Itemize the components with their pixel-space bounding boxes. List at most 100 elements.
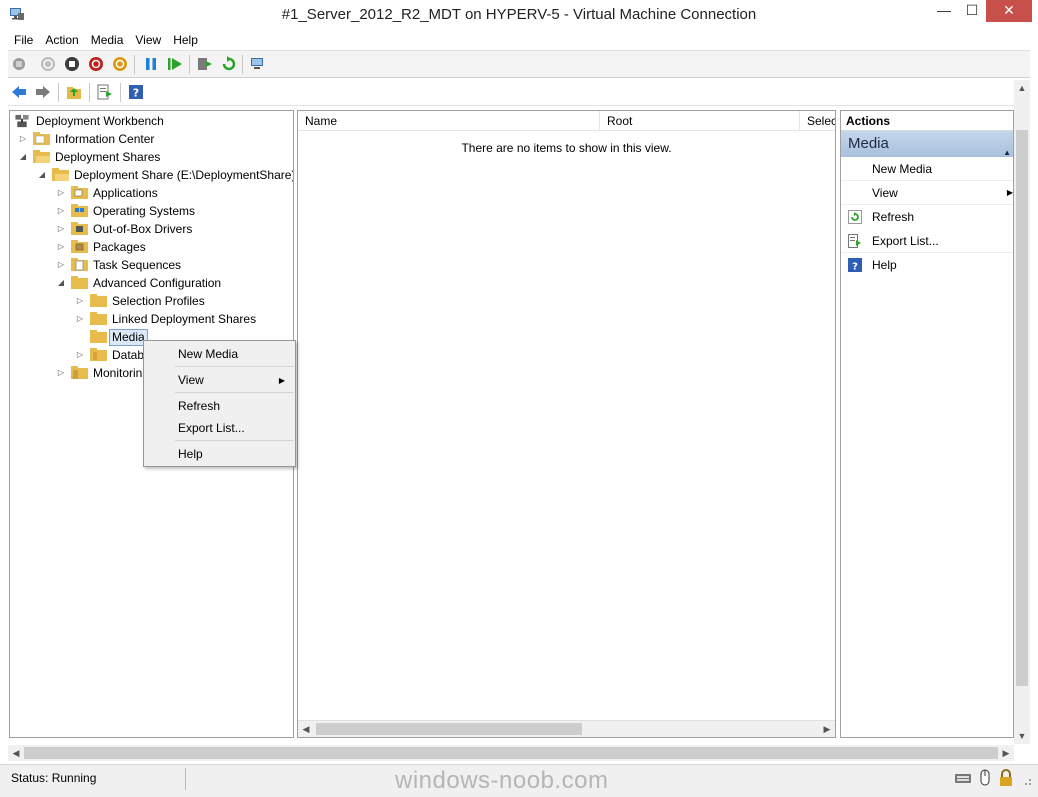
collapse-icon[interactable]: ◢ [18, 148, 28, 166]
actions-group-media[interactable]: Media ▲ [841, 131, 1013, 157]
watermark-text: windows-noob.com [395, 767, 609, 794]
expand-icon[interactable]: ▷ [56, 202, 66, 220]
ctrl-alt-del-icon[interactable] [11, 56, 27, 72]
export-icon [848, 234, 861, 248]
tree-item-label: Out-of-Box Drivers [93, 222, 193, 236]
action-help[interactable]: ? Help [841, 253, 1013, 277]
submenu-arrow-icon: ▶ [278, 376, 285, 385]
scroll-left-icon[interactable]: ◀ [298, 721, 314, 737]
tree-item-label: Linked Deployment Shares [112, 312, 257, 326]
menu-view[interactable]: View [129, 30, 167, 50]
folder-icon [90, 330, 107, 343]
keyboard-icon [955, 774, 971, 783]
scroll-thumb[interactable] [1016, 130, 1028, 686]
minimize-button[interactable]: — [930, 0, 958, 22]
action-refresh[interactable]: Refresh [841, 205, 1013, 229]
folder-icon [71, 222, 88, 235]
refresh-icon [848, 210, 862, 224]
context-menu-view[interactable]: View [178, 370, 204, 390]
empty-list-message: There are no items to show in this view. [461, 141, 672, 155]
action-label: New Media [872, 162, 933, 176]
expand-icon[interactable]: ▷ [75, 292, 85, 310]
window-horizontal-scrollbar[interactable]: ◀ ▶ [8, 745, 1014, 761]
window-vertical-scrollbar[interactable]: ▲ ▼ [1014, 80, 1030, 744]
close-button[interactable]: ✕ [986, 0, 1032, 22]
expand-icon[interactable]: ▷ [56, 256, 66, 274]
folder-icon [90, 348, 107, 361]
action-view[interactable]: View ▶ [841, 181, 1013, 205]
mmc-toolbar: ? [8, 79, 1014, 106]
window-title: #1_Server_2012_R2_MDT on HYPERV-5 - Virt… [281, 6, 757, 23]
column-header-root[interactable]: Root [600, 111, 800, 131]
enhanced-session-icon[interactable] [250, 56, 266, 72]
context-menu-refresh[interactable]: Refresh [178, 396, 220, 416]
folder-icon [71, 366, 88, 379]
tree-item-label: Information Center [55, 132, 155, 146]
action-label: View [872, 186, 898, 200]
folder-icon [90, 312, 107, 325]
collapse-icon[interactable]: ◢ [37, 166, 47, 184]
expand-icon[interactable]: ▷ [56, 184, 66, 202]
submenu-arrow-icon: ▶ [1006, 188, 1013, 197]
svg-text:?: ? [133, 87, 139, 100]
scroll-left-icon[interactable]: ◀ [8, 745, 24, 761]
action-label: Help [872, 258, 897, 272]
status-bar: Status: Running windows-noob.com [0, 764, 1038, 797]
save-state-icon[interactable] [112, 56, 128, 72]
scroll-thumb[interactable] [316, 723, 582, 735]
scroll-thumb[interactable] [24, 747, 998, 759]
revert-icon[interactable] [221, 56, 237, 72]
arrow-left-icon[interactable] [11, 84, 27, 100]
collapse-icon[interactable]: ◢ [56, 274, 66, 292]
export-list-icon[interactable] [97, 84, 113, 100]
expand-icon[interactable]: ▷ [56, 238, 66, 256]
expand-icon[interactable]: ▷ [56, 364, 66, 382]
turn-off-icon[interactable] [64, 56, 80, 72]
help-icon[interactable]: ? [128, 84, 144, 100]
tree-item-label: Deployment Shares [55, 150, 161, 164]
menu-file[interactable]: File [8, 30, 39, 50]
menu-separator [175, 366, 294, 367]
context-menu-new-media[interactable]: New Media [178, 344, 238, 364]
start-icon[interactable] [40, 56, 56, 72]
tree-item-label: Selection Profiles [112, 294, 205, 308]
context-menu-export-list[interactable]: Export List... [178, 418, 245, 438]
expand-icon[interactable]: ▷ [75, 346, 85, 364]
result-horizontal-scrollbar[interactable]: ◀ ▶ [298, 720, 835, 737]
menu-action[interactable]: Action [39, 30, 84, 50]
menu-media[interactable]: Media [85, 30, 130, 50]
expand-icon[interactable]: ▷ [56, 220, 66, 238]
tree-item-label: Deployment Share (E:\DeploymentShare) [74, 168, 294, 182]
column-header-select[interactable]: Select [800, 111, 835, 131]
resume-icon[interactable] [167, 56, 183, 72]
actions-group-label: Media [848, 135, 889, 152]
scroll-right-icon[interactable]: ▶ [998, 745, 1014, 761]
resize-grip-icon[interactable] [1019, 769, 1033, 787]
expand-icon[interactable]: ▷ [18, 130, 28, 148]
scroll-down-icon[interactable]: ▼ [1014, 728, 1030, 744]
column-header-row: Name Root Select [298, 111, 835, 131]
checkpoint-icon[interactable] [197, 56, 213, 72]
folder-icon [90, 294, 107, 307]
status-divider [185, 768, 186, 790]
actions-pane-title: Actions [841, 111, 1013, 131]
menu-help[interactable]: Help [167, 30, 204, 50]
scroll-up-icon[interactable]: ▲ [1014, 80, 1030, 96]
expand-icon[interactable]: ▷ [75, 310, 85, 328]
context-menu-help[interactable]: Help [178, 444, 203, 464]
actions-pane: Actions Media ▲ New Media View ▶ Refresh… [840, 110, 1014, 738]
arrow-right-icon[interactable] [35, 84, 51, 100]
pause-icon[interactable] [143, 56, 159, 72]
action-export-list[interactable]: Export List... [841, 229, 1013, 253]
shut-down-icon[interactable] [88, 56, 104, 72]
scroll-right-icon[interactable]: ▶ [819, 721, 835, 737]
up-folder-icon[interactable] [66, 84, 82, 100]
context-menu: New Media View ▶ Refresh Export List... … [143, 340, 296, 467]
column-header-name[interactable]: Name [298, 111, 600, 131]
maximize-button[interactable]: ☐ [958, 0, 986, 22]
mouse-icon [980, 769, 990, 786]
vm-toolbar [8, 50, 1030, 78]
action-new-media[interactable]: New Media [841, 157, 1013, 181]
folder-icon [71, 258, 88, 271]
folder-icon [71, 240, 88, 253]
